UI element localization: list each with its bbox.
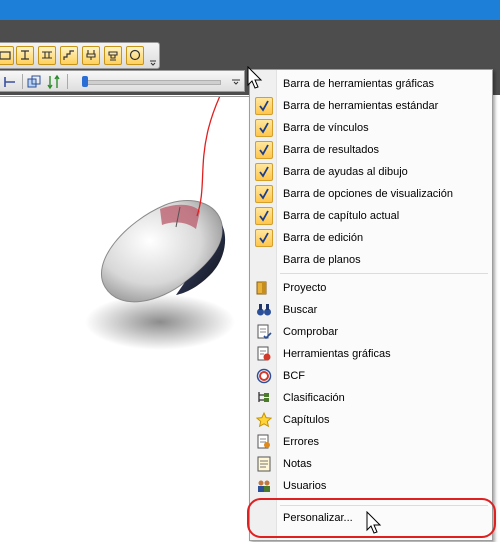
- menu-separator: [280, 505, 488, 506]
- menu-item-label: Clasificación: [283, 392, 345, 404]
- menu-item-label: Usuarios: [283, 480, 327, 492]
- column-icon: [21, 50, 29, 60]
- menu-item-panel-0[interactable]: Proyecto: [252, 278, 490, 299]
- menu-item-label: Barra de vínculos: [283, 122, 369, 134]
- menu-item-panel-3[interactable]: Herramientas gráficas: [252, 344, 490, 365]
- sort-icon[interactable]: [46, 74, 62, 90]
- arrow-cursor-icon: [247, 66, 263, 89]
- menu-item-toolbar-6[interactable]: Barra de capítulo actual: [252, 206, 490, 227]
- toolbar-separator: [22, 74, 23, 89]
- menu-item-label: Comprobar: [283, 326, 339, 338]
- menu-item-panel-4[interactable]: BCF: [252, 366, 490, 387]
- menu-item-panel-7[interactable]: Errores: [252, 432, 490, 453]
- menu-item-label: Barra de opciones de visualización: [283, 188, 453, 200]
- zoom-slider-thumb[interactable]: [82, 76, 88, 87]
- graphic-tools-icon: [257, 346, 271, 361]
- toolbar-button-3[interactable]: [38, 46, 56, 65]
- toolbar-separator: [67, 74, 68, 89]
- menu-item-label: Barra de herramientas estándar: [283, 100, 439, 112]
- users-icon: [258, 480, 270, 492]
- toolbar-button-5[interactable]: [82, 46, 100, 65]
- menu-item-toolbar-2[interactable]: Barra de vínculos: [252, 118, 490, 139]
- notes-icon: [257, 456, 271, 472]
- menu-item-panel-9[interactable]: Usuarios: [252, 476, 490, 497]
- zoom-slider-track[interactable]: [84, 80, 221, 85]
- bcf-icon: [256, 368, 272, 384]
- checkmark-icon: [255, 163, 273, 181]
- toolbar-button-1[interactable]: [0, 46, 14, 65]
- graphic-tools-toolbar: [0, 42, 160, 69]
- menu-item-panel-6[interactable]: Capítulos: [252, 410, 490, 431]
- menu-item-label: Errores: [283, 436, 320, 448]
- menu-item-label: Personalizar...: [283, 512, 353, 524]
- beam-icon: [42, 51, 52, 59]
- menu-item-toolbar-8[interactable]: Barra de planos: [252, 250, 490, 271]
- checkmark-icon: [255, 119, 273, 137]
- toolbar-overflow-icon[interactable]: [150, 60, 156, 66]
- window-title-bar: [0, 0, 500, 20]
- menu-item-toolbar-1[interactable]: Barra de herramientas estándar: [252, 96, 490, 117]
- menu-item-label: Barra de ayudas al dibujo: [283, 166, 408, 178]
- circle-icon: [129, 49, 141, 61]
- sanitary-icon: [108, 51, 118, 61]
- toolbar-overflow-icon[interactable]: [232, 79, 240, 85]
- shape-icon: [0, 51, 11, 60]
- arrow-cursor-icon: [366, 511, 382, 534]
- toolbar-context-menu: Barra de herramientas gráficas Barra de h…: [249, 69, 493, 541]
- menu-item-label: Barra de planos: [283, 254, 361, 266]
- toolbar-button-2[interactable]: [16, 46, 34, 65]
- mouse-illustration: [85, 97, 235, 350]
- menu-separator: [280, 273, 488, 274]
- menu-item-label: Barra de capítulo actual: [283, 210, 400, 222]
- menu-item-label: Barra de resultados: [283, 144, 379, 156]
- menu-item-toolbar-3[interactable]: Barra de resultados: [252, 140, 490, 161]
- menu-item-panel-1[interactable]: Buscar: [252, 300, 490, 321]
- view-toolbar: [0, 70, 245, 92]
- menu-item-toolbar-7[interactable]: Barra de edición: [252, 228, 490, 249]
- menu-item-label: Capítulos: [283, 414, 330, 426]
- binoculars-icon: [257, 304, 271, 316]
- layers-icon[interactable]: [26, 74, 42, 90]
- checkmark-icon: [255, 185, 273, 203]
- check-document-icon: [257, 324, 272, 340]
- folder-icon: [256, 281, 267, 295]
- errors-icon: [257, 434, 270, 449]
- fixture-icon: [86, 50, 96, 60]
- menu-item-toolbar-4[interactable]: Barra de ayudas al dibujo: [252, 162, 490, 183]
- menu-item-label: Barra de edición: [283, 232, 364, 244]
- workspace-canvas: [0, 96, 250, 542]
- checkmark-icon: [255, 141, 273, 159]
- menu-item-panel-2[interactable]: Comprobar: [252, 322, 490, 343]
- menu-item-label: Proyecto: [283, 282, 327, 294]
- checkmark-icon: [255, 97, 273, 115]
- menu-item-toolbar-5[interactable]: Barra de opciones de visualización: [252, 184, 490, 205]
- checkmark-icon: [255, 229, 273, 247]
- menu-item-label: Buscar: [283, 304, 318, 316]
- menu-item-panel-8[interactable]: Notas: [252, 454, 490, 475]
- star-icon: [256, 412, 272, 428]
- toolbar-button-4[interactable]: [60, 46, 78, 65]
- toolbar-button-7[interactable]: [126, 46, 144, 65]
- menu-item-panel-5[interactable]: Clasificación: [252, 388, 490, 409]
- menu-item-label: Barra de herramientas gráficas: [283, 78, 435, 90]
- toolbar-button-6[interactable]: [104, 46, 122, 65]
- stairs-icon: [63, 50, 74, 60]
- classification-icon: [258, 392, 269, 402]
- menu-item-label: Herramientas gráficas: [283, 348, 391, 360]
- menu-item-label: Notas: [283, 458, 312, 470]
- menu-item-label: BCF: [283, 370, 305, 382]
- checkmark-icon: [255, 207, 273, 225]
- menu-item-toolbar-0[interactable]: Barra de herramientas gráficas: [252, 74, 490, 95]
- axes-icon[interactable]: [2, 74, 18, 90]
